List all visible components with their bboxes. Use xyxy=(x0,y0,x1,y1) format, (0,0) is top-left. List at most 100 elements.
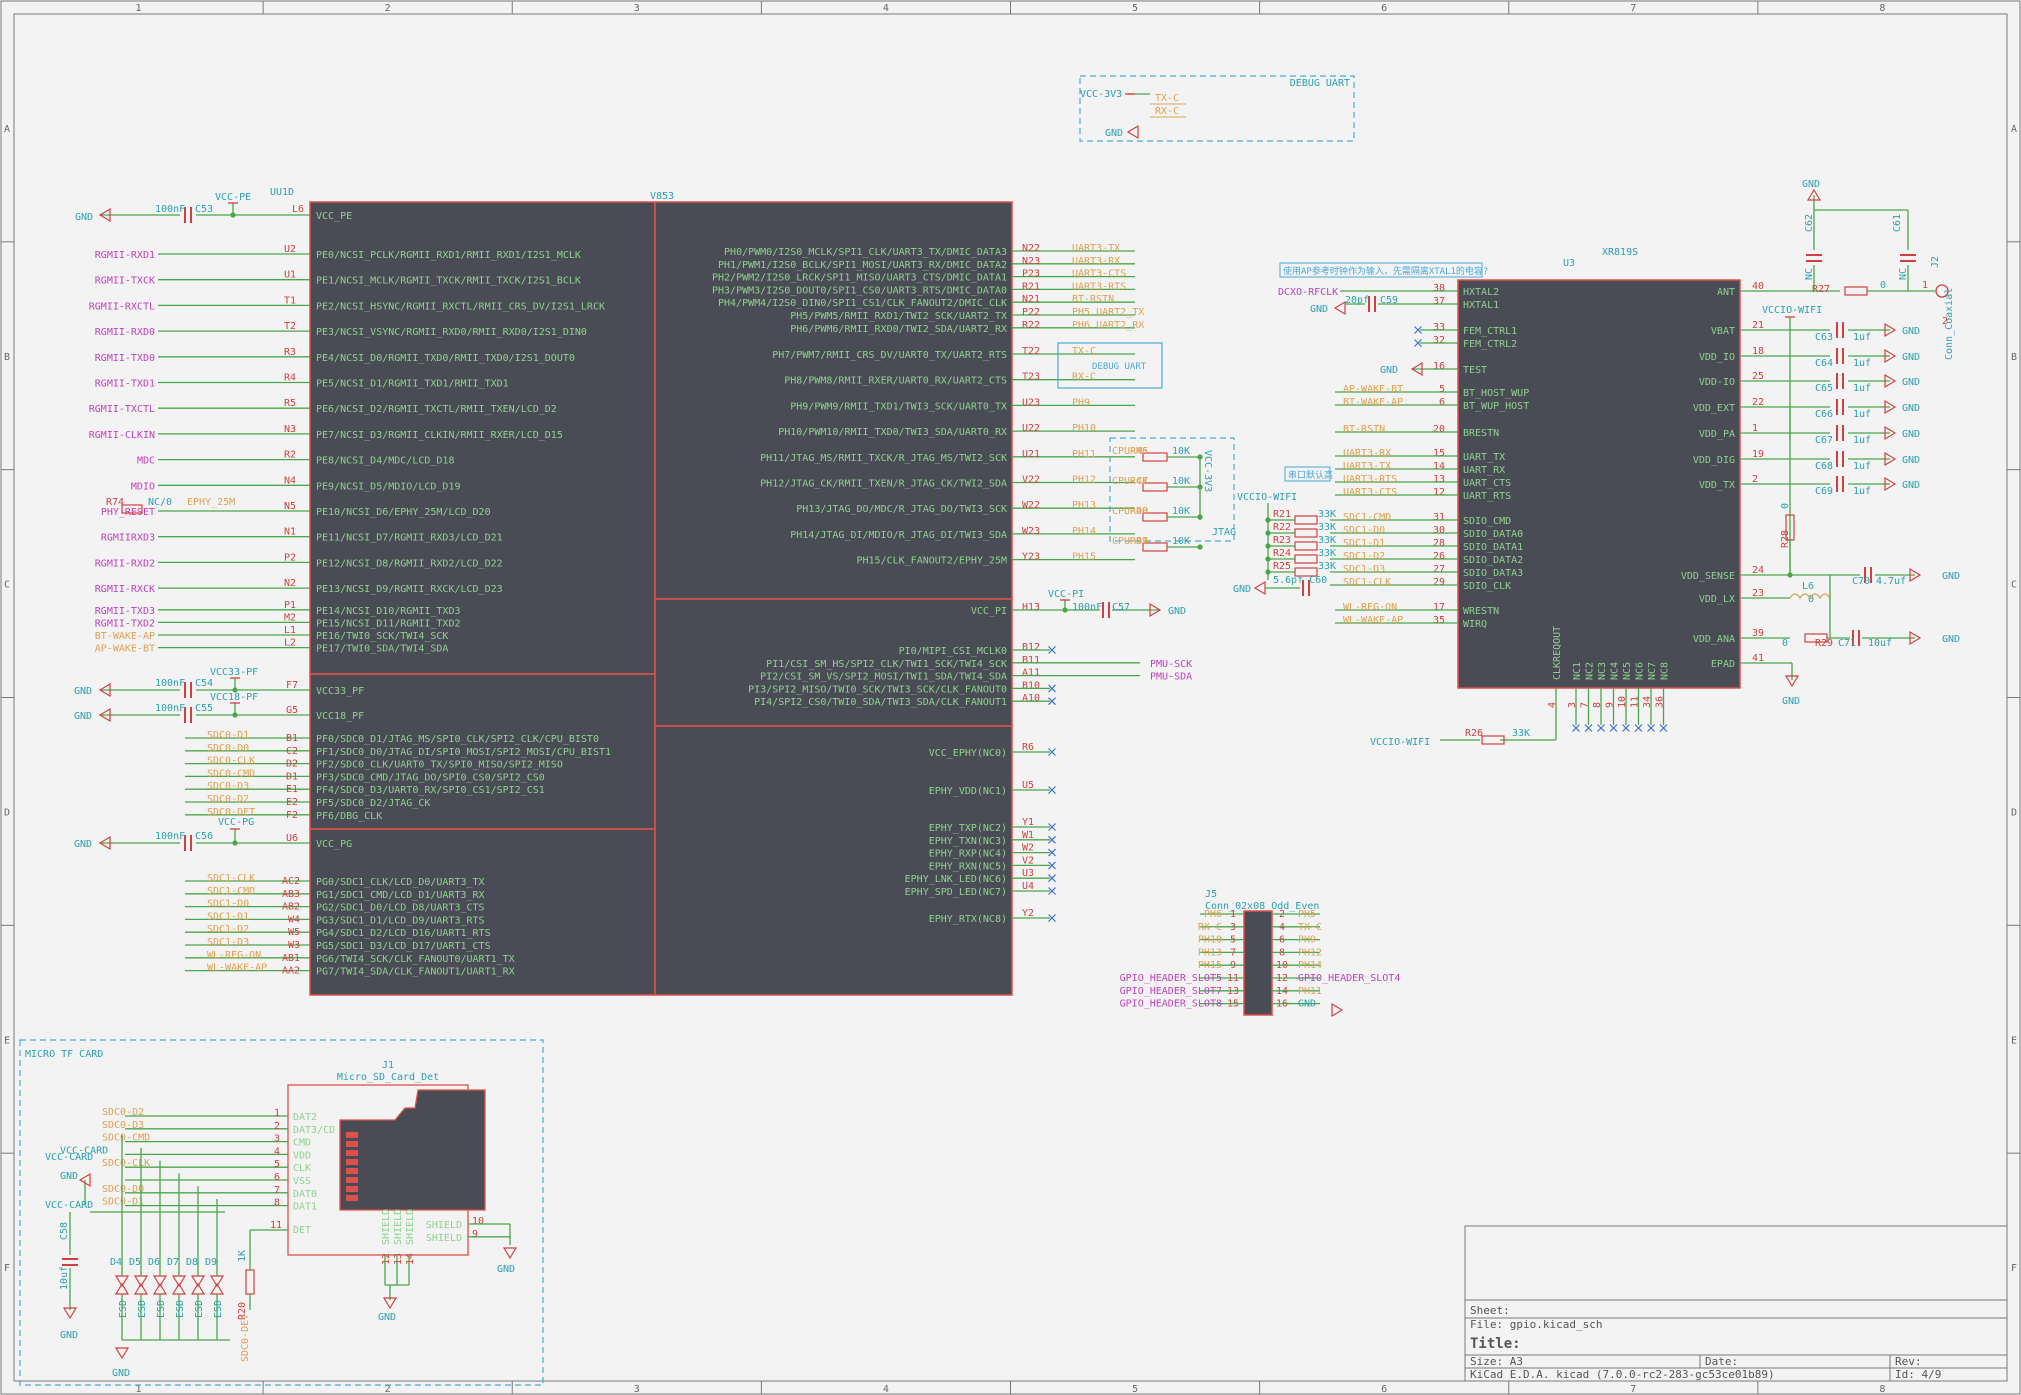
v853-pin-name: EPHY_LNK_LED(NC6) xyxy=(905,874,1007,885)
net-label: SDC1-CMD xyxy=(207,886,255,897)
net-label: BT-RSTN xyxy=(1072,294,1114,305)
xr819s-pin-name: UART_CTS xyxy=(1463,478,1511,489)
esd-label: ESD xyxy=(156,1300,167,1318)
cap-ref: C69 xyxy=(1815,486,1833,497)
cap-ref: C55 xyxy=(195,703,213,714)
net-label: WL-REG-ON xyxy=(207,950,261,961)
junction-dot xyxy=(232,712,238,718)
title-block-tool: KiCad E.D.A. kicad (7.0.0-rc2-283-gc53ce… xyxy=(1470,1368,1775,1381)
v853-pin-name: PE5/NCSI_D1/RGMII_TXD1/RMII_TXD1 xyxy=(316,379,509,390)
net-label: RGMII-TXD0 xyxy=(95,353,155,364)
cap-ref: C54 xyxy=(195,678,213,689)
xr819s-pin-name: VDD_IO xyxy=(1699,352,1735,363)
net-label: TX-C xyxy=(1072,346,1096,357)
v853-pin-name: PH0/PWM0/I2S0_MCLK/SPI1_CLK/UART3_TX/DMI… xyxy=(724,247,1007,258)
frame-col-label: 7 xyxy=(1630,1384,1636,1395)
net-label: AP-WAKE-BT xyxy=(1343,384,1403,395)
net-label: SDC1-CMD xyxy=(1343,512,1391,523)
v853-pin-num: P22 xyxy=(1022,307,1040,318)
xr819s-pin-name: CLKREQOUT xyxy=(1552,626,1563,680)
j2-value: Conn_Coaxial xyxy=(1944,288,1955,360)
net-label: PH11 xyxy=(1298,986,1322,997)
net-label: SDC1-D1 xyxy=(207,911,249,922)
gnd-label: GND xyxy=(74,839,92,850)
xr819s-pin-name: VDD_EXT xyxy=(1693,403,1735,414)
cap-ref: C71 xyxy=(1838,638,1856,649)
xr819s-pin-num: 6 xyxy=(1439,397,1445,408)
xr819s-pin-name: NC3 xyxy=(1597,662,1608,680)
cap-value: 100nF xyxy=(155,831,185,842)
v853-pin-name: EPHY_SPD_LED(NC7) xyxy=(905,887,1007,898)
junction-dot xyxy=(1265,543,1271,549)
j1-pin-num: 8 xyxy=(274,1198,280,1209)
net-label: PH11 xyxy=(1072,449,1096,460)
resistor-ref: R22 xyxy=(1273,522,1291,533)
xr819s-pin-name: VDD-IO xyxy=(1699,377,1735,388)
resistor-value: 0 xyxy=(1782,638,1788,649)
pin-num: 1 xyxy=(1922,280,1928,291)
net-label: BT-WAKE-AP xyxy=(95,631,155,642)
v853-pin-num: P1 xyxy=(284,600,296,611)
xr819s-pin-name: VDD_TX xyxy=(1699,480,1735,491)
debug-uart-vcc: VCC-3V3 xyxy=(1080,89,1122,100)
resistor-value: 0 xyxy=(1780,503,1791,509)
junction-dot xyxy=(1062,607,1068,613)
uart-note: 串口默认高 xyxy=(1288,469,1333,481)
v853-pin-name: PE3/NCSI_VSYNC/RGMII_RXD0/RMII_RXD0/I2S1… xyxy=(316,327,587,338)
resistor-value: 33K xyxy=(1318,509,1336,520)
diode-ref: D6 xyxy=(148,1257,160,1268)
gnd-label: GND xyxy=(378,1312,396,1323)
v853-pin-name: PI2/CSI_SM_VS/SPI2_MOSI/TWI1_SDA/TWI4_SD… xyxy=(760,672,1007,683)
v853-pin-num: W5 xyxy=(288,927,300,938)
xr819s-pin-name: VBAT xyxy=(1711,326,1735,337)
v853-pin-num: C2 xyxy=(286,746,298,757)
net-label: SDC0-D2 xyxy=(102,1107,144,1118)
xr819s-pin-num: 16 xyxy=(1433,361,1445,372)
xr819s-pin-num: 17 xyxy=(1433,602,1445,613)
xr819s-pin-name: BRESTN xyxy=(1463,428,1499,439)
power-label: VCCIO-WIFI xyxy=(1762,305,1822,316)
v853-pin-num: B10 xyxy=(1022,680,1040,691)
net-label: PH15 xyxy=(1198,960,1222,971)
v853-pin-name: PF6/DBG_CLK xyxy=(316,811,382,822)
j1-pin-name: SHIELD xyxy=(405,1209,416,1245)
v853-pin-num: F2 xyxy=(286,810,298,821)
j1-pin-name: SHIELD xyxy=(393,1209,404,1245)
v853-pin-name: PH2/PWM2/I2S0_LRCK/SPI1_MISO/UART3_CTS/D… xyxy=(712,273,1007,284)
j1-pin-num: 10 xyxy=(472,1216,484,1227)
v853-pin-name: VCC_EPHY(NC0) xyxy=(929,748,1007,759)
v853-pin-num: T2 xyxy=(284,321,296,332)
xr819s-pin-num: 14 xyxy=(1433,461,1445,472)
xr819s-pin-name: UART_TX xyxy=(1463,452,1505,463)
net-label: SDC0-CMD xyxy=(102,1133,150,1144)
gnd-label: GND xyxy=(1902,377,1920,388)
v853-pin-num: H13 xyxy=(1022,602,1040,613)
v853-pin-name: VCC18_PF xyxy=(316,711,364,722)
xr819s-pin-num: 31 xyxy=(1433,512,1445,523)
net-label: SDC1-D0 xyxy=(207,899,249,910)
net-label: DCXO-RFCLK xyxy=(1278,287,1338,298)
j1-pin-name: DAT0 xyxy=(293,1189,317,1200)
xr819s-pin-name: VDD_LX xyxy=(1699,594,1735,605)
net-label: RGMII-RXD1 xyxy=(95,250,155,261)
v853-pin-name: EPHY_TXP(NC2) xyxy=(929,823,1007,834)
xr819s-pin-name: FEM_CTRL1 xyxy=(1463,326,1517,337)
resistor-value: 33K xyxy=(1318,561,1336,572)
gnd-label: GND xyxy=(1782,696,1800,707)
j1-pin-num: 9 xyxy=(472,1229,478,1240)
net-label: SDC1-CLK xyxy=(207,873,255,884)
v853-pin-name: PE17/TWI0_SDA/TWI4_SDA xyxy=(316,644,448,655)
v853-pin-name: VCC33_PF xyxy=(316,686,364,697)
xr819s-pin-name: NC4 xyxy=(1610,662,1621,680)
v853-pin-num: T1 xyxy=(284,295,296,306)
v853-pin-name: PH11/JTAG_MS/RMII_TXCK/R_JTAG_MS/TWI2_SC… xyxy=(760,453,1007,464)
resistor xyxy=(1844,286,1868,296)
gnd-label: GND xyxy=(1802,179,1820,190)
frame-col-label: 6 xyxy=(1381,1384,1387,1395)
v853-pin-name: PI1/CSI_SM_HS/SPI2_CLK/TWI1_SCK/TWI4_SCK xyxy=(766,659,1007,670)
net-label: UART3-CTS xyxy=(1072,269,1126,280)
v853-pin-name: PH15/CLK_FANOUT2/EPHY_25M xyxy=(856,556,1007,567)
v853-pin-num: L6 xyxy=(292,204,304,215)
cap-value: 1uf xyxy=(1853,383,1871,394)
junction-dot xyxy=(1265,530,1271,536)
